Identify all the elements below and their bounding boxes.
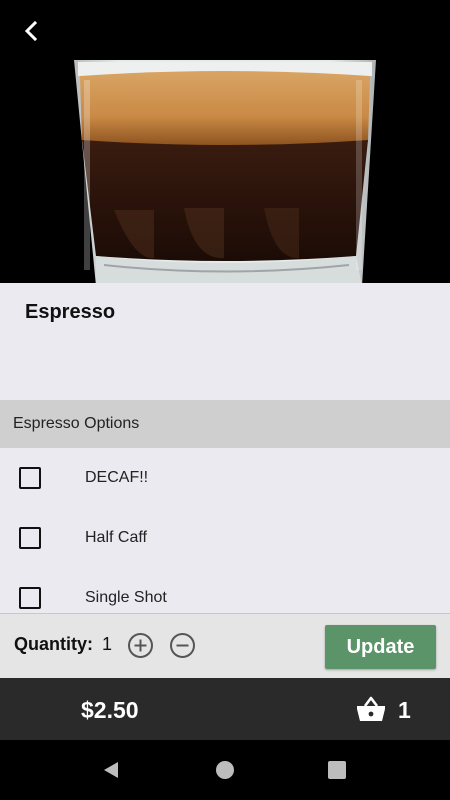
product-title-area: Espresso <box>0 283 450 400</box>
option-label: Half Caff <box>85 529 147 546</box>
option-label: Single Shot <box>85 589 167 606</box>
square-recents-icon[interactable] <box>327 760 347 780</box>
option-row-half-caff[interactable]: Half Caff <box>0 508 450 568</box>
system-nav-bar <box>0 740 450 800</box>
cart-total-price: $2.50 <box>81 697 139 723</box>
cart-bar: $2.50 1 <box>0 678 450 740</box>
quantity-value: 1 <box>102 634 113 654</box>
quantity-bar: Quantity: 1 Update <box>0 613 450 678</box>
option-row-single-shot[interactable]: Single Shot <box>0 568 450 613</box>
half-caff-checkbox[interactable] <box>19 527 41 549</box>
minus-circle-icon[interactable] <box>169 632 196 659</box>
espresso-glass-image <box>74 60 376 283</box>
back-button[interactable] <box>14 14 48 48</box>
options-list: DECAF!! Half Caff Single Shot <box>0 448 450 613</box>
chevron-left-icon <box>24 21 38 41</box>
cart-item-count: 1 <box>398 697 411 723</box>
option-row-decaf[interactable]: DECAF!! <box>0 448 450 508</box>
update-button[interactable]: Update <box>325 625 436 669</box>
options-section-header: Espresso Options <box>0 400 450 448</box>
product-name: Espresso <box>25 301 116 323</box>
basket-icon[interactable] <box>356 695 386 723</box>
product-hero-image <box>0 0 450 283</box>
product-detail-screen: Espresso Espresso Options DECAF!! Half C… <box>0 0 450 800</box>
triangle-back-icon[interactable] <box>101 760 121 780</box>
option-label: DECAF!! <box>85 469 149 486</box>
circle-home-icon[interactable] <box>215 760 235 780</box>
decaf-checkbox[interactable] <box>19 467 41 489</box>
quantity-label: Quantity: <box>14 634 93 654</box>
plus-circle-icon[interactable] <box>127 632 154 659</box>
single-shot-checkbox[interactable] <box>19 587 41 609</box>
